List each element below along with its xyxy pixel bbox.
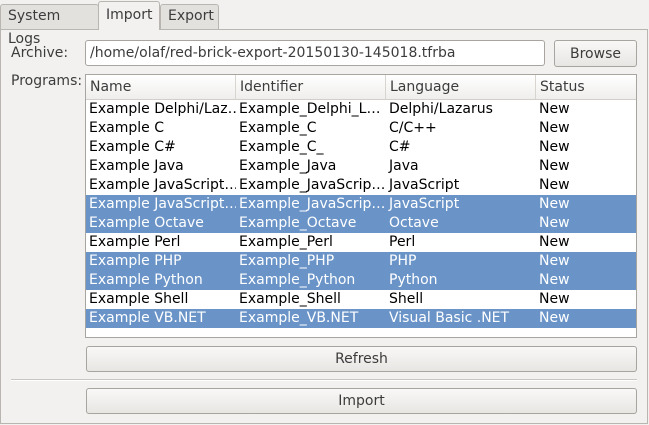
cell-name: Example Shell (89, 291, 189, 307)
table-row[interactable]: Example C Example_C C/C++ New (86, 119, 636, 138)
cell-identifier: Example_C (239, 120, 317, 136)
import-button[interactable]: Import (86, 388, 637, 414)
cell-identifier: Example_PHP (239, 253, 335, 269)
programs-table[interactable]: Name Identifier Language Status Example … (85, 74, 637, 338)
cell-status: New (539, 234, 570, 250)
cell-name: Example JavaScript… (89, 177, 236, 193)
cell-identifier: Example_Java (239, 158, 337, 174)
cell-name: Example Python (89, 272, 203, 288)
tab-export[interactable]: Export (160, 4, 219, 29)
cell-status: New (539, 291, 570, 307)
column-header-status[interactable]: Status (536, 75, 636, 99)
cell-language: Visual Basic .NET (389, 310, 510, 326)
column-header-language[interactable]: Language (386, 75, 536, 99)
table-row[interactable]: Example Perl Example_Perl Perl New (86, 233, 636, 252)
cell-identifier: Example_JavaScrip… (239, 196, 386, 212)
cell-name: Example Java (89, 158, 184, 174)
column-header-identifier[interactable]: Identifier (236, 75, 386, 99)
separator (11, 379, 637, 381)
cell-language: JavaScript (389, 196, 460, 212)
cell-language: C/C++ (389, 120, 437, 136)
table-row[interactable]: Example Octave Example_Octave Octave New (86, 214, 636, 233)
refresh-button[interactable]: Refresh (86, 346, 637, 372)
cell-name: Example C (89, 120, 164, 136)
cell-status: New (539, 215, 570, 231)
cell-status: New (539, 177, 570, 193)
cell-name: Example VB.NET (89, 310, 206, 326)
cell-status: New (539, 139, 570, 155)
table-row[interactable]: Example PHP Example_PHP PHP New (86, 252, 636, 271)
cell-language: C# (389, 139, 411, 155)
cell-name: Example PHP (89, 253, 182, 269)
cell-identifier: Example_Perl (239, 234, 333, 250)
browse-button[interactable]: Browse (554, 40, 637, 67)
table-body: Example Delphi/Laz… Example_Delphi_L… Delp… (86, 100, 636, 328)
cell-language: Python (389, 272, 438, 288)
table-row[interactable]: Example Python Example_Python Python New (86, 271, 636, 290)
cell-status: New (539, 158, 570, 174)
cell-status: New (539, 120, 570, 136)
cell-status: New (539, 272, 570, 288)
cell-identifier: Example_Python (239, 272, 356, 288)
archive-path-input[interactable] (85, 40, 545, 66)
cell-name: Example JavaScript… (89, 196, 236, 212)
cell-identifier: Example_Delphi_L… (239, 101, 381, 117)
tab-system-logs[interactable]: System Logs (0, 4, 99, 47)
cell-language: JavaScript (389, 177, 460, 193)
cell-language: Shell (389, 291, 424, 307)
cell-name: Example Delphi/Laz… (89, 101, 236, 117)
table-row[interactable]: Example JavaScript… Example_JavaScrip… Jav… (86, 195, 636, 214)
table-row[interactable]: Example Java Example_Java Java New (86, 157, 636, 176)
cell-status: New (539, 101, 570, 117)
tab-bar: System Logs Import Export (0, 0, 649, 47)
cell-identifier: Example_VB.NET (239, 310, 359, 326)
table-row[interactable]: Example JavaScript… Example_JavaScrip… Jav… (86, 176, 636, 195)
cell-status: New (539, 310, 570, 326)
table-row[interactable]: Example VB.NET Example_VB.NET Visual Basic… (86, 309, 636, 328)
cell-language: Perl (389, 234, 416, 250)
cell-language: PHP (389, 253, 417, 269)
tab-import[interactable]: Import (98, 1, 160, 30)
cell-identifier: Example_C_ (239, 139, 324, 155)
programs-label: Programs: (11, 73, 83, 89)
cell-identifier: Example_Shell (239, 291, 341, 307)
cell-name: Example Octave (89, 215, 204, 231)
cell-name: Example C# (89, 139, 176, 155)
cell-status: New (539, 253, 570, 269)
table-row[interactable]: Example Shell Example_Shell Shell New (86, 290, 636, 309)
cell-status: New (539, 196, 570, 212)
table-row[interactable]: Example C# Example_C_ C# New (86, 138, 636, 157)
table-header: Name Identifier Language Status (86, 75, 636, 100)
archive-label: Archive: (11, 45, 69, 61)
cell-identifier: Example_Octave (239, 215, 357, 231)
cell-language: Java (389, 158, 419, 174)
cell-language: Octave (389, 215, 439, 231)
table-row[interactable]: Example Delphi/Laz… Example_Delphi_L… Delp… (86, 100, 636, 119)
cell-identifier: Example_JavaScrip… (239, 177, 386, 193)
column-header-name[interactable]: Name (86, 75, 236, 99)
cell-language: Delphi/Lazarus (389, 101, 493, 117)
cell-name: Example Perl (89, 234, 181, 250)
